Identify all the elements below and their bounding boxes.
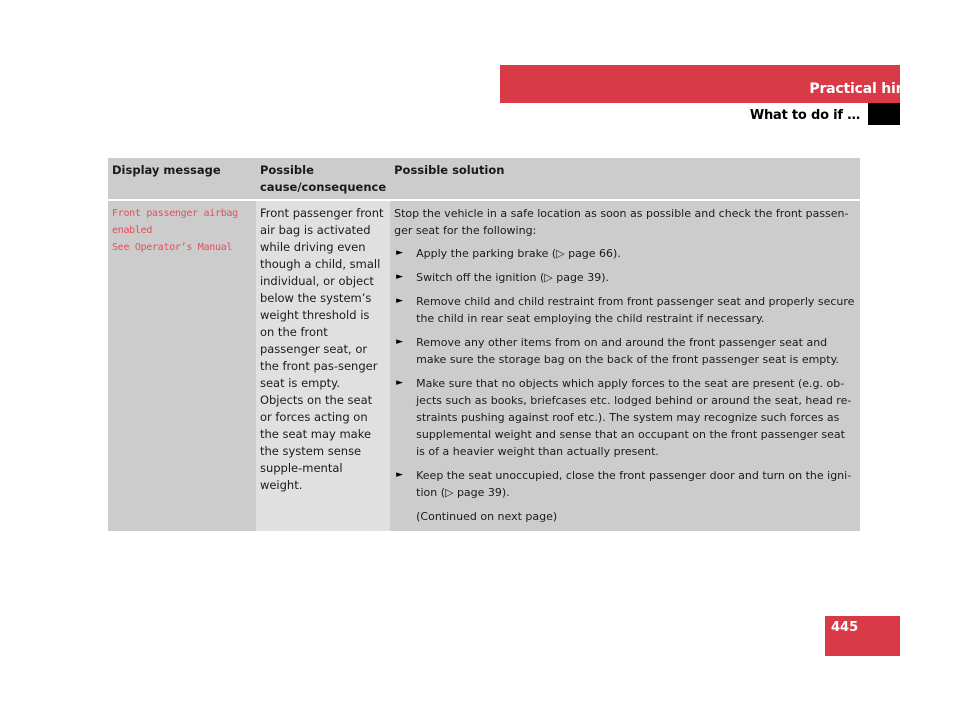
step-text: Switch off the ignition (▷ page 39). [416, 271, 609, 284]
solution-step: ► Keep the seat unoccupied, close the fro… [394, 467, 856, 501]
bullet-arrow-icon: ► [396, 470, 404, 480]
display-message-line: See Operator’s Manual [112, 242, 233, 253]
solution-step: ► Remove child and child restraint from f… [394, 293, 856, 327]
solution-step: ► Apply the parking brake (▷ page 66). [394, 245, 856, 262]
bullet-arrow-icon: ► [396, 296, 404, 306]
solution-step: ► Remove any other items from on and arou… [394, 334, 856, 368]
step-text: Make sure that no objects which apply fo… [416, 377, 852, 458]
bullet-arrow-icon: ► [396, 272, 404, 282]
display-message-table: Display message Possible cause/consequen… [108, 158, 860, 531]
subsection-title: What to do if … [749, 108, 860, 123]
section-title: Practical hints [809, 81, 920, 97]
continued-note: (Continued on next page) [416, 510, 558, 523]
column-header-display-message: Display message [108, 158, 256, 201]
step-text: Apply the parking brake (▷ page 66). [416, 247, 621, 260]
column-header-solution: Possible solution [390, 158, 860, 201]
table-header-row: Display message Possible cause/consequen… [108, 158, 860, 201]
solution-steps: ► Apply the parking brake (▷ page 66). ► S… [394, 245, 856, 501]
solution-cell: Stop the vehicle in a safe location as s… [390, 201, 860, 531]
step-text: Remove child and child restraint from fr… [416, 295, 855, 325]
cause-cell: Front passenger front air bag is activat… [255, 201, 391, 531]
display-message-cell: Front passenger airbag enabled See Opera… [108, 201, 256, 531]
display-message-line: Front passenger airbag [112, 208, 238, 219]
solution-step: ► Make sure that no objects which apply f… [394, 375, 856, 460]
bullet-arrow-icon: ► [396, 337, 404, 347]
solution-step: ► Switch off the ignition (▷ page 39). [394, 269, 856, 286]
step-text: Keep the seat unoccupied, close the fron… [416, 469, 852, 499]
column-header-cause: Possible cause/consequence [255, 158, 391, 201]
page-number: 445 [831, 620, 859, 635]
bullet-arrow-icon: ► [396, 248, 404, 258]
thumb-index-tab [868, 103, 900, 125]
solution-intro: Stop the vehicle in a safe location as s… [394, 207, 849, 237]
page-number-box: 445 [825, 616, 900, 656]
bullet-arrow-icon: ► [396, 378, 404, 388]
step-text: Remove any other items from on and aroun… [416, 336, 840, 366]
display-message-line: enabled [112, 225, 153, 236]
table-row: Front passenger airbag enabled See Opera… [108, 201, 860, 531]
